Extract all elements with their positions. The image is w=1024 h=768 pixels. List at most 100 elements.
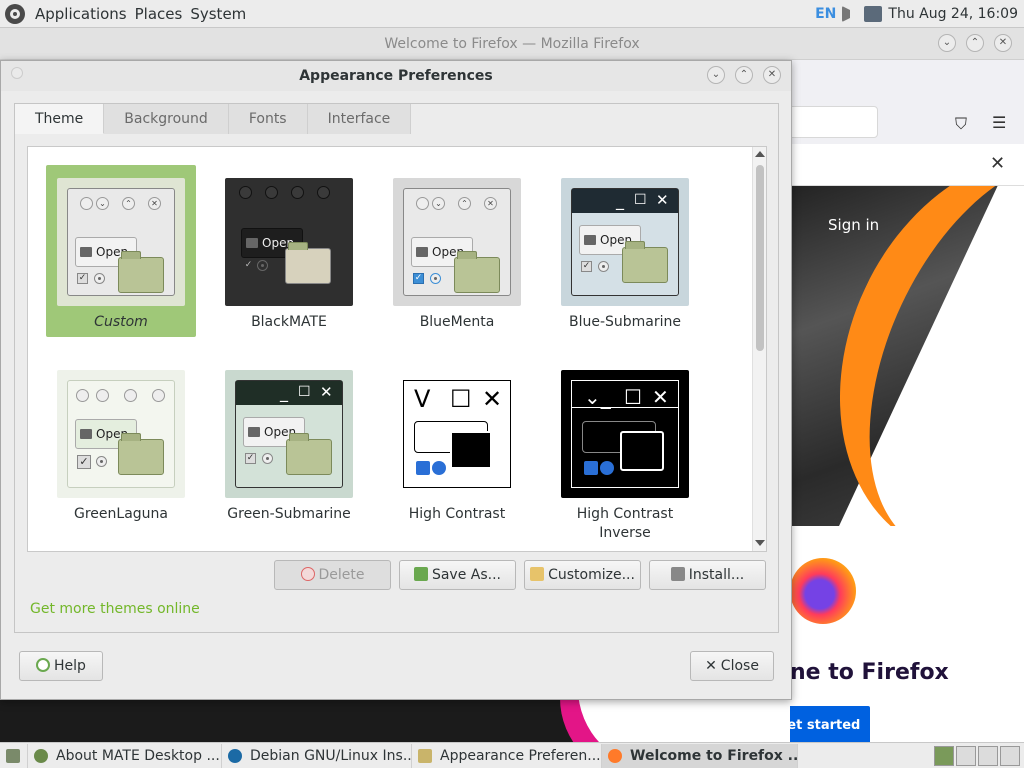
- thumb-window: _ ☐ ✕ Open ✓: [571, 188, 679, 296]
- firefox-url-bar[interactable]: [780, 106, 878, 138]
- get-more-themes-link[interactable]: Get more themes online: [30, 601, 200, 617]
- workspace-2[interactable]: [956, 745, 976, 766]
- install-icon: [670, 567, 685, 581]
- thumb-check-icon: ✓: [581, 261, 592, 272]
- theme-item-greenlaguna[interactable]: Open ✓ GreenLaguna: [46, 357, 196, 547]
- thumb-max-dot: ⌃: [122, 197, 135, 210]
- keyboard-layout-indicator[interactable]: EN: [815, 6, 836, 22]
- dialog-maximize-button[interactable]: ⌃: [735, 66, 753, 84]
- firefox-maximize-button[interactable]: ⌃: [966, 34, 984, 52]
- theme-item-blackmate[interactable]: Open ✓ BlackMATE: [214, 165, 364, 337]
- theme-thumbnail: _ ☐ ✕ Open ✓: [561, 178, 689, 306]
- theme-name: GreenLaguna: [74, 506, 168, 522]
- theme-item-high-contrast-inverse[interactable]: ⌄_ ☐ ✕ High Contrast Inverse: [550, 357, 700, 547]
- help-button[interactable]: Help: [19, 651, 103, 681]
- thumb-dot: [265, 186, 278, 199]
- dialog-titlebar[interactable]: Appearance Preferences ⌄ ⌃ ✕: [1, 61, 791, 91]
- pocket-icon[interactable]: ⛉: [955, 114, 967, 134]
- thumb-folder-icon: [285, 242, 331, 284]
- debian-icon: [228, 748, 242, 763]
- thumb-max-glyph: ☐: [634, 192, 647, 208]
- thumb-min-glyph: V: [414, 385, 431, 413]
- bottom-white-shape: [578, 698, 790, 742]
- delete-icon: [300, 567, 315, 581]
- thumb-radio-icon: [96, 456, 107, 467]
- thumb-min-glyph: ⌄_: [584, 385, 611, 409]
- theme-item-blue-submarine[interactable]: _ ☐ ✕ Open ✓ Blue-Submarine: [550, 165, 700, 337]
- theme-name: BlueMenta: [419, 314, 495, 330]
- thumb-titlebar: _ ☐ ✕: [572, 189, 678, 213]
- close-button[interactable]: ✕ Close: [690, 651, 774, 681]
- firefox-icon: [608, 748, 622, 763]
- tab-background[interactable]: Background: [104, 104, 229, 134]
- thumb-max-glyph: ☐: [450, 385, 472, 413]
- scroll-up-arrow-icon[interactable]: [755, 151, 765, 157]
- top-panel: Applications Places System EN Thu Aug 24…: [0, 0, 1024, 28]
- taskbar-item-label: Appearance Preferen...: [440, 747, 601, 764]
- thumb-dot: [76, 389, 89, 402]
- workspace-4[interactable]: [1000, 745, 1020, 766]
- workspace-3[interactable]: [978, 745, 998, 766]
- hamburger-menu-icon[interactable]: ☰: [992, 113, 1006, 132]
- theme-list-scrollbar[interactable]: [752, 147, 766, 551]
- theme-item-custom[interactable]: ⌄ ⌃ ✕ Open ✓ Custom: [46, 165, 196, 337]
- install-button[interactable]: Install...: [649, 560, 766, 590]
- mate-logo-icon[interactable]: [5, 3, 25, 24]
- thumb-folder-icon: [454, 251, 500, 293]
- theme-thumbnail: Open ✓: [57, 370, 185, 498]
- theme-thumbnail: V ☐ ✕: [393, 370, 521, 498]
- save-as-button[interactable]: Save As...: [399, 560, 516, 590]
- thumb-window: ⌄ ⌃ ✕ Open ✓: [67, 188, 175, 296]
- dialog-minimize-button[interactable]: ⌄: [707, 66, 725, 84]
- network-icon[interactable]: [864, 6, 883, 22]
- volume-icon[interactable]: [842, 6, 858, 22]
- scrollbar-thumb[interactable]: [756, 165, 764, 351]
- thumb-radio-icon: [430, 273, 441, 284]
- theme-thumbnail: Open ✓: [225, 178, 353, 306]
- customize-button-label: Customize...: [548, 567, 635, 583]
- menu-applications[interactable]: Applications: [31, 5, 131, 23]
- thumb-check-icon: ✓: [245, 453, 256, 464]
- thumb-max-glyph: ☐: [298, 384, 311, 400]
- window-menu-icon[interactable]: [11, 67, 23, 79]
- sign-in-link[interactable]: Sign in: [828, 216, 879, 234]
- help-icon: [36, 658, 51, 672]
- theme-item-high-contrast[interactable]: V ☐ ✕ High Contrast: [382, 357, 532, 547]
- theme-name: High Contrast Inverse: [576, 506, 674, 541]
- tab-fonts[interactable]: Fonts: [228, 104, 308, 134]
- tab-theme[interactable]: Theme: [15, 104, 105, 134]
- taskbar-item-label: Welcome to Firefox ...: [630, 747, 798, 764]
- save-as-button-label: Save As...: [431, 567, 502, 583]
- dialog-close-icon[interactable]: ✕: [763, 66, 781, 84]
- thumb-dot: [96, 389, 109, 402]
- notification-close-icon[interactable]: ✕: [990, 153, 1005, 174]
- firefox-minimize-button[interactable]: ⌄: [938, 34, 956, 52]
- workspace-1[interactable]: [934, 745, 954, 766]
- install-button-label: Install...: [688, 567, 745, 583]
- thumb-max-glyph: ☐: [624, 385, 642, 409]
- edit-icon: [530, 567, 545, 581]
- clock[interactable]: Thu Aug 24, 16:09: [888, 6, 1018, 22]
- appearance-preferences-dialog: Appearance Preferences ⌄ ⌃ ✕ Theme Backg…: [0, 60, 792, 700]
- tab-interface[interactable]: Interface: [307, 104, 412, 134]
- menu-places[interactable]: Places: [131, 5, 187, 23]
- taskbar-item-about-mate[interactable]: About MATE Desktop ...: [28, 743, 222, 768]
- thumb-check-icon: ✓: [243, 260, 254, 271]
- thumb-radio-icon: [262, 453, 273, 464]
- taskbar-item-firefox[interactable]: Welcome to Firefox ...: [602, 743, 798, 768]
- thumb-check-icon: [416, 461, 430, 475]
- scroll-down-arrow-icon[interactable]: [755, 540, 765, 546]
- theme-item-green-submarine[interactable]: _ ☐ ✕ Open ✓ Green-Submarine: [214, 357, 364, 547]
- thumb-dot: [152, 389, 165, 402]
- menu-system[interactable]: System: [186, 5, 250, 23]
- firefox-close-button[interactable]: ✕: [994, 34, 1012, 52]
- theme-name: Blue-Submarine: [568, 314, 682, 330]
- theme-item-bluementa[interactable]: ⌄ ⌃ ✕ Open ✓ BlueMenta: [382, 165, 532, 337]
- taskbar-item-label: About MATE Desktop ...: [56, 747, 220, 764]
- taskbar-item-debian-installer[interactable]: Debian GNU/Linux Ins...: [222, 743, 412, 768]
- customize-button[interactable]: Customize...: [524, 560, 641, 590]
- delete-button[interactable]: Delete: [274, 560, 391, 590]
- theme-thumbnail: ⌄_ ☐ ✕: [561, 370, 689, 498]
- show-desktop-button[interactable]: [0, 743, 28, 768]
- taskbar-item-appearance[interactable]: Appearance Preferen...: [412, 743, 602, 768]
